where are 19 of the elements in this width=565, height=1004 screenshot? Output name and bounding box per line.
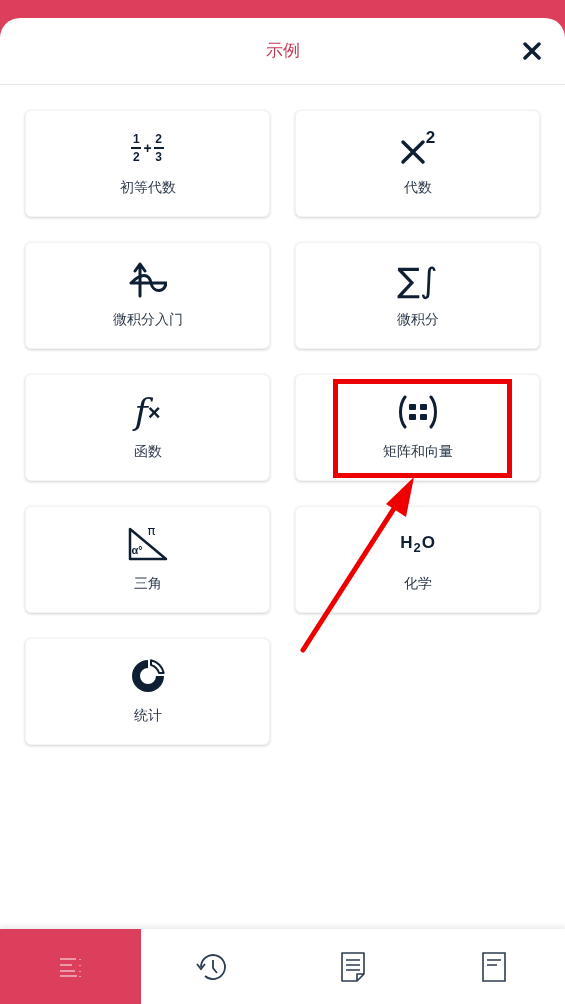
document-icon [340, 951, 365, 982]
triangle-icon: π α° [127, 527, 168, 561]
graph-icon [128, 261, 167, 299]
close-button[interactable] [521, 40, 543, 62]
topic-card[interactable]: 微积分入门 [25, 242, 270, 349]
matrix-icon [397, 395, 438, 429]
tab[interactable] [423, 929, 564, 1004]
list-icon [57, 956, 84, 977]
topic-card[interactable]: f× 函数 [25, 374, 270, 481]
page-icon [481, 951, 506, 982]
topic-card[interactable]: π α° 三角 [25, 506, 270, 613]
topic-card[interactable]: 2 代数 [295, 110, 540, 217]
history-icon [195, 951, 228, 982]
topic-card[interactable]: 统计 [25, 638, 270, 745]
donut-chart-icon [129, 658, 166, 694]
function-icon: f× [134, 394, 161, 430]
topic-card[interactable]: ∑∫ 微积分 [295, 242, 540, 349]
sheet-title: 示例 [265, 40, 300, 63]
topic-card[interactable]: 矩阵和向量 [295, 374, 540, 481]
